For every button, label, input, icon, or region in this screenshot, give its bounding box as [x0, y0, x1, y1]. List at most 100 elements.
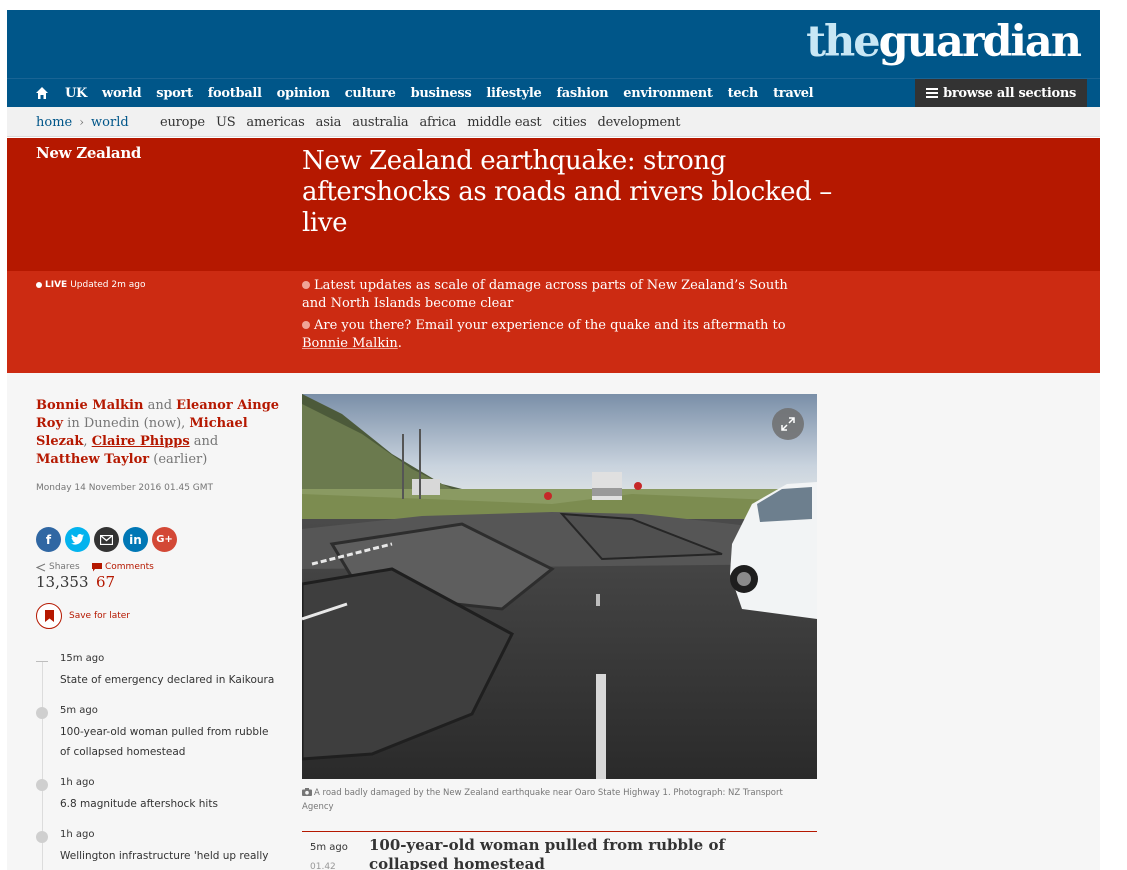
subnav-item-europe[interactable]: europe	[160, 115, 205, 130]
expand-arrows-glyph	[781, 417, 795, 431]
nav-item-opinion[interactable]: opinion	[277, 86, 330, 101]
breadcrumb-home[interactable]: home	[36, 115, 72, 130]
standfirst-after: .	[397, 336, 402, 351]
googleplus-icon[interactable]: G+	[152, 527, 177, 552]
nav-item-sport[interactable]: sport	[156, 86, 193, 101]
share-icon	[36, 563, 46, 571]
share-counts: Shares Comments 13,353 67	[36, 562, 154, 591]
caption-text: A road badly damaged by the New Zealand …	[302, 788, 783, 812]
bookmark-icon	[36, 603, 62, 629]
key-events-timeline: 15m ago State of emergency declared in K…	[36, 653, 281, 870]
headline-band: New Zealand New Zealand earthquake: stro…	[7, 138, 1100, 271]
subnav-item-asia[interactable]: asia	[316, 115, 342, 130]
timeline-time: 15m ago	[60, 653, 105, 664]
live-dot-icon	[36, 282, 42, 288]
timeline-item[interactable]: 1h ago 6.8 magnitude aftershock hits	[36, 777, 281, 814]
timeline-text: State of emergency declared in Kaikoura	[60, 674, 275, 686]
byline-text: in Dunedin (now),	[63, 416, 190, 431]
content-area: Bonnie Malkin and Eleanor Ainge Roy in D…	[7, 373, 1100, 870]
standfirst-text: Latest updates as scale of damage across…	[302, 278, 788, 311]
camera-icon	[302, 788, 312, 796]
live-status: LIVE Updated 2m ago	[36, 280, 145, 290]
main-image[interactable]	[302, 394, 817, 779]
byline: Bonnie Malkin and Eleanor Ainge Roy in D…	[36, 397, 281, 469]
publish-date: Monday 14 November 2016 01.45 GMT	[36, 483, 214, 493]
share-buttons: f in G+	[36, 527, 181, 552]
timeline-time: 5m ago	[60, 705, 98, 716]
nav-item-tech[interactable]: tech	[728, 86, 759, 101]
post-time[interactable]: 5m ago	[310, 842, 348, 853]
timeline-time: 1h ago	[60, 777, 95, 788]
twitter-icon[interactable]	[65, 527, 90, 552]
subnav-item-development[interactable]: development	[597, 115, 680, 130]
count-labels: Shares Comments	[36, 562, 154, 572]
byline-text: and	[189, 434, 219, 449]
timeline-item[interactable]: 15m ago State of emergency declared in K…	[36, 653, 281, 690]
byline-text: (earlier)	[149, 452, 208, 467]
nav-item-lifestyle[interactable]: lifestyle	[486, 86, 541, 101]
page-title: New Zealand earthquake: strong aftershoc…	[302, 146, 832, 238]
live-blog-post: 5m ago 01.42 100-year-old woman pulled f…	[302, 831, 817, 870]
section-label[interactable]: New Zealand	[36, 144, 141, 162]
nav-item-culture[interactable]: culture	[345, 86, 396, 101]
comments-count[interactable]: 67	[96, 573, 115, 591]
author-link[interactable]: Claire Phipps	[92, 434, 190, 449]
primary-nav: UK world sport football opinion culture …	[7, 78, 1100, 107]
facebook-icon[interactable]: f	[36, 527, 61, 552]
image-caption: A road badly damaged by the New Zealand …	[302, 786, 817, 814]
expand-icon[interactable]	[772, 408, 804, 440]
subnav-item-cities[interactable]: cities	[552, 115, 586, 130]
nav-item-uk[interactable]: UK	[65, 86, 87, 101]
bullet-icon	[302, 281, 310, 289]
guardian-logo[interactable]: theguardian	[806, 16, 1082, 68]
standfirst: Latest updates as scale of damage across…	[302, 277, 802, 357]
updated-label: Updated 2m ago	[70, 280, 146, 290]
subnav-item-americas[interactable]: americas	[246, 115, 304, 130]
timeline-text: 6.8 magnitude aftershock hits	[60, 798, 218, 810]
logo-guardian: guardian	[878, 17, 1082, 67]
standfirst-item: Latest updates as scale of damage across…	[302, 277, 802, 313]
logo-the: the	[806, 17, 880, 67]
masthead: theguardian	[7, 10, 1100, 78]
nav-item-environment[interactable]: environment	[623, 86, 713, 101]
nav-item-fashion[interactable]: fashion	[557, 86, 609, 101]
save-for-later-label: Save for later	[69, 611, 130, 621]
timeline-item[interactable]: 5m ago 100-year-old woman pulled from ru…	[36, 705, 281, 762]
subnav-item-australia[interactable]: australia	[352, 115, 408, 130]
shares-label-text: Shares	[49, 562, 80, 572]
subnav-item-africa[interactable]: africa	[419, 115, 456, 130]
timeline-text: 100-year-old woman pulled from rubble of…	[60, 726, 269, 758]
linkedin-icon[interactable]: in	[123, 527, 148, 552]
comment-icon	[92, 562, 102, 571]
live-label: LIVE	[45, 280, 68, 290]
post-title: 100-year-old woman pulled from rubble of…	[369, 836, 725, 870]
envelope-glyph	[100, 534, 113, 545]
browse-all-sections-button[interactable]: browse all sections	[915, 79, 1087, 107]
count-values: 13,353 67	[36, 572, 154, 591]
home-icon[interactable]	[35, 86, 49, 100]
nav-item-football[interactable]: football	[208, 86, 262, 101]
shares-label: Shares	[36, 562, 92, 572]
nav-items: UK world sport football opinion culture …	[65, 79, 828, 108]
breadcrumb: home › world	[36, 107, 129, 137]
twitter-bird-glyph	[71, 534, 84, 545]
subnav-item-middle-east[interactable]: middle east	[467, 115, 541, 130]
nav-item-travel[interactable]: travel	[773, 86, 814, 101]
email-icon[interactable]	[94, 527, 119, 552]
nav-item-business[interactable]: business	[411, 86, 472, 101]
standfirst-band: LIVE Updated 2m ago Latest updates as sc…	[7, 271, 1100, 373]
timeline-text: Wellington infrastructure 'held up reall…	[60, 850, 269, 862]
author-link[interactable]: Matthew Taylor	[36, 452, 149, 467]
timeline-marker	[36, 661, 48, 662]
breadcrumb-world[interactable]: world	[91, 115, 129, 130]
timeline-item[interactable]: 1h ago Wellington infrastructure 'held u…	[36, 829, 281, 866]
save-for-later-button[interactable]: Save for later	[36, 603, 130, 629]
shares-count: 13,353	[36, 573, 89, 591]
subnav-item-us[interactable]: US	[216, 115, 236, 130]
comments-label[interactable]: Comments	[92, 562, 154, 572]
email-author-link[interactable]: Bonnie Malkin	[302, 336, 398, 351]
nav-item-world[interactable]: world	[102, 86, 142, 101]
author-link[interactable]: Bonnie Malkin	[36, 398, 143, 413]
timeline-dot	[36, 707, 48, 719]
page: theguardian UK world sport football opin…	[0, 0, 1127, 870]
